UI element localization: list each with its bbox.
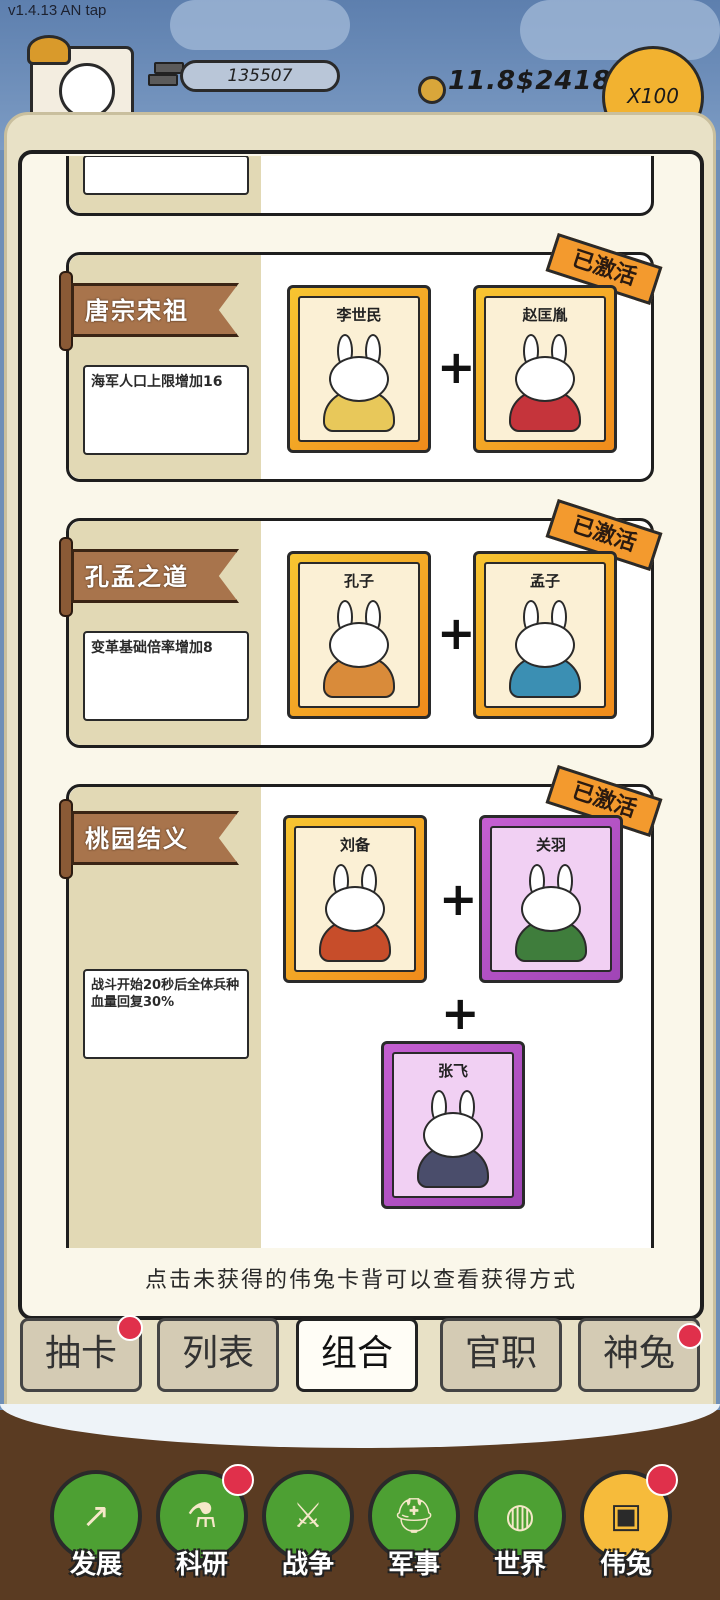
tab-office[interactable]: 官职 bbox=[440, 1318, 562, 1392]
combo-name: 唐宗宋祖 bbox=[85, 297, 189, 325]
notification-dot bbox=[117, 1315, 143, 1341]
nav-label: 战争 bbox=[281, 1550, 334, 1580]
bunny-portrait bbox=[509, 864, 593, 962]
tab-label: 神兔 bbox=[602, 1333, 675, 1374]
combo-list[interactable]: 唐宗宋祖 海军人口上限增加16 已激活 李世民 + 赵匡胤 孔孟之道 变革基础倍… bbox=[26, 156, 666, 1248]
crown-icon bbox=[27, 35, 71, 65]
tab-divine-rabbit[interactable]: 神兔 bbox=[578, 1318, 703, 1392]
gold-value: 11.8 bbox=[448, 66, 517, 96]
hero-name: 孔子 bbox=[343, 572, 374, 590]
flask-icon: ⚗ bbox=[186, 1496, 218, 1536]
notification-dot bbox=[222, 1464, 254, 1496]
bunny-portrait bbox=[313, 864, 397, 962]
notification-dot bbox=[646, 1464, 678, 1496]
bunny-portrait bbox=[317, 334, 401, 432]
silver-counter: 135507 bbox=[180, 60, 340, 92]
gold-coin-icon bbox=[418, 76, 446, 104]
nav-label: 发展 bbox=[69, 1550, 122, 1580]
hero-name: 李世民 bbox=[336, 306, 382, 324]
globe-icon: ◍ bbox=[505, 1496, 535, 1536]
nav-label: 伟兔 bbox=[599, 1550, 652, 1580]
bunny-portrait bbox=[317, 600, 401, 698]
hero-card[interactable]: 李世民 bbox=[287, 285, 431, 453]
combo-effect: 战斗开始20秒后全体兵种血量回复30% bbox=[83, 969, 249, 1059]
tab-combo[interactable]: 组合 bbox=[296, 1318, 418, 1392]
hero-card[interactable]: 赵匡胤 bbox=[473, 285, 617, 453]
bunny-portrait bbox=[503, 334, 587, 432]
combo-title-banner: 孔孟之道 bbox=[59, 537, 239, 617]
bunny-portrait bbox=[411, 1090, 495, 1188]
combo-partial bbox=[66, 156, 654, 216]
hint-text: 点击未获得的伟兔卡背可以查看获得方式 bbox=[144, 1268, 577, 1293]
card-icon: ▣ bbox=[609, 1496, 643, 1536]
avatar-face bbox=[59, 63, 115, 119]
bunny-portrait bbox=[503, 600, 587, 698]
hero-name: 孟子 bbox=[529, 572, 560, 590]
combo-title-banner: 桃园结义 bbox=[59, 799, 239, 879]
crossed-swords-icon: ⚔ bbox=[292, 1496, 324, 1536]
tab-draw[interactable]: 抽卡 bbox=[20, 1315, 143, 1392]
combo-card-tangzong: 唐宗宋祖 海军人口上限增加16 已激活 李世民 + 赵匡胤 bbox=[59, 232, 663, 482]
hero-card[interactable]: 张飞 bbox=[381, 1041, 525, 1209]
tab-label: 组合 bbox=[320, 1333, 393, 1374]
combo-name: 桃园结义 bbox=[85, 825, 189, 853]
hero-name: 关羽 bbox=[535, 836, 566, 854]
hero-name: 赵匡胤 bbox=[522, 306, 568, 324]
plus-icon: + bbox=[441, 986, 480, 1040]
tab-label: 抽卡 bbox=[44, 1333, 117, 1374]
combo-card-taoyuan: 桃园结义 战斗开始20秒后全体兵种血量回复30% 已激活 刘备 + 关羽 + 张… bbox=[59, 764, 663, 1248]
tab-label: 官职 bbox=[464, 1333, 537, 1374]
arrow-up-icon: ↗ bbox=[81, 1496, 111, 1536]
hero-name: 刘备 bbox=[339, 836, 370, 854]
nav-label: 科研 bbox=[175, 1550, 228, 1580]
cloud-decoration bbox=[520, 0, 720, 60]
hero-card[interactable]: 刘备 bbox=[283, 815, 427, 983]
nav-label: 世界 bbox=[493, 1550, 546, 1580]
helmet-icon: ⛑ bbox=[392, 1496, 436, 1536]
tab-label: 列表 bbox=[181, 1333, 254, 1374]
version-label: v1.4.13 AN tap bbox=[8, 2, 107, 19]
combo-effect: 海军人口上限增加16 bbox=[83, 365, 249, 455]
nav-label: 军事 bbox=[387, 1550, 440, 1580]
tab-list[interactable]: 列表 bbox=[157, 1318, 279, 1392]
plus-icon: + bbox=[437, 606, 476, 660]
hero-name: 张飞 bbox=[437, 1062, 468, 1080]
combo-card-kongmeng: 孔孟之道 变革基础倍率增加8 已激活 孔子 + 孟子 bbox=[59, 498, 663, 748]
combo-effect: 变革基础倍率增加8 bbox=[83, 631, 249, 721]
combo-title-banner: 唐宗宋祖 bbox=[59, 271, 239, 351]
money-counter: 11.8$2418 bbox=[448, 66, 612, 96]
hero-card[interactable]: 关羽 bbox=[479, 815, 623, 983]
cash-value: $2418 bbox=[516, 66, 612, 96]
hero-card[interactable]: 孟子 bbox=[473, 551, 617, 719]
combo-name: 孔孟之道 bbox=[85, 563, 189, 591]
cloud-decoration bbox=[170, 0, 350, 50]
notification-dot bbox=[677, 1323, 703, 1349]
plus-icon: + bbox=[439, 872, 478, 926]
hero-card[interactable]: 孔子 bbox=[287, 551, 431, 719]
plus-icon: + bbox=[437, 340, 476, 394]
